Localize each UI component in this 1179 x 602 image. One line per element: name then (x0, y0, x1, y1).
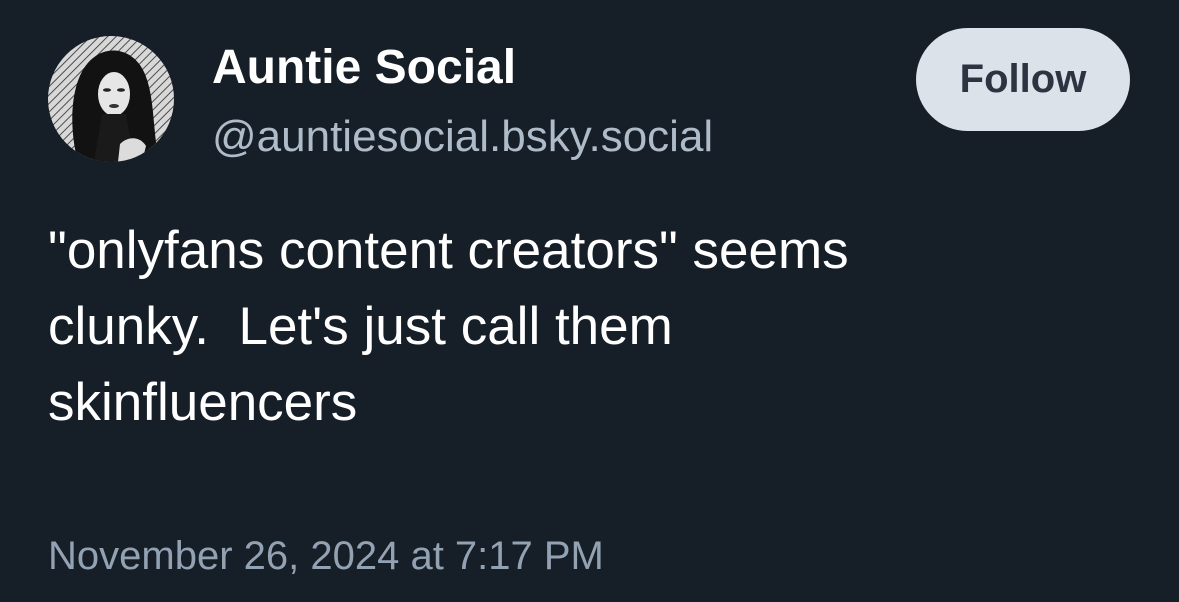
post-timestamp: November 26, 2024 at 7:17 PM (48, 534, 604, 578)
author-handle[interactable]: @auntiesocial.bsky.social (212, 110, 713, 164)
follow-button-label: Follow (959, 57, 1087, 101)
author-display-name[interactable]: Auntie Social (212, 40, 516, 96)
post-card: Auntie Social @auntiesocial.bsky.social … (0, 0, 1179, 602)
follow-button[interactable]: Follow (916, 28, 1130, 131)
avatar-photo-icon (48, 36, 174, 162)
post-text: "onlyfans content creators" seems clunky… (48, 221, 849, 432)
avatar[interactable] (48, 36, 174, 162)
